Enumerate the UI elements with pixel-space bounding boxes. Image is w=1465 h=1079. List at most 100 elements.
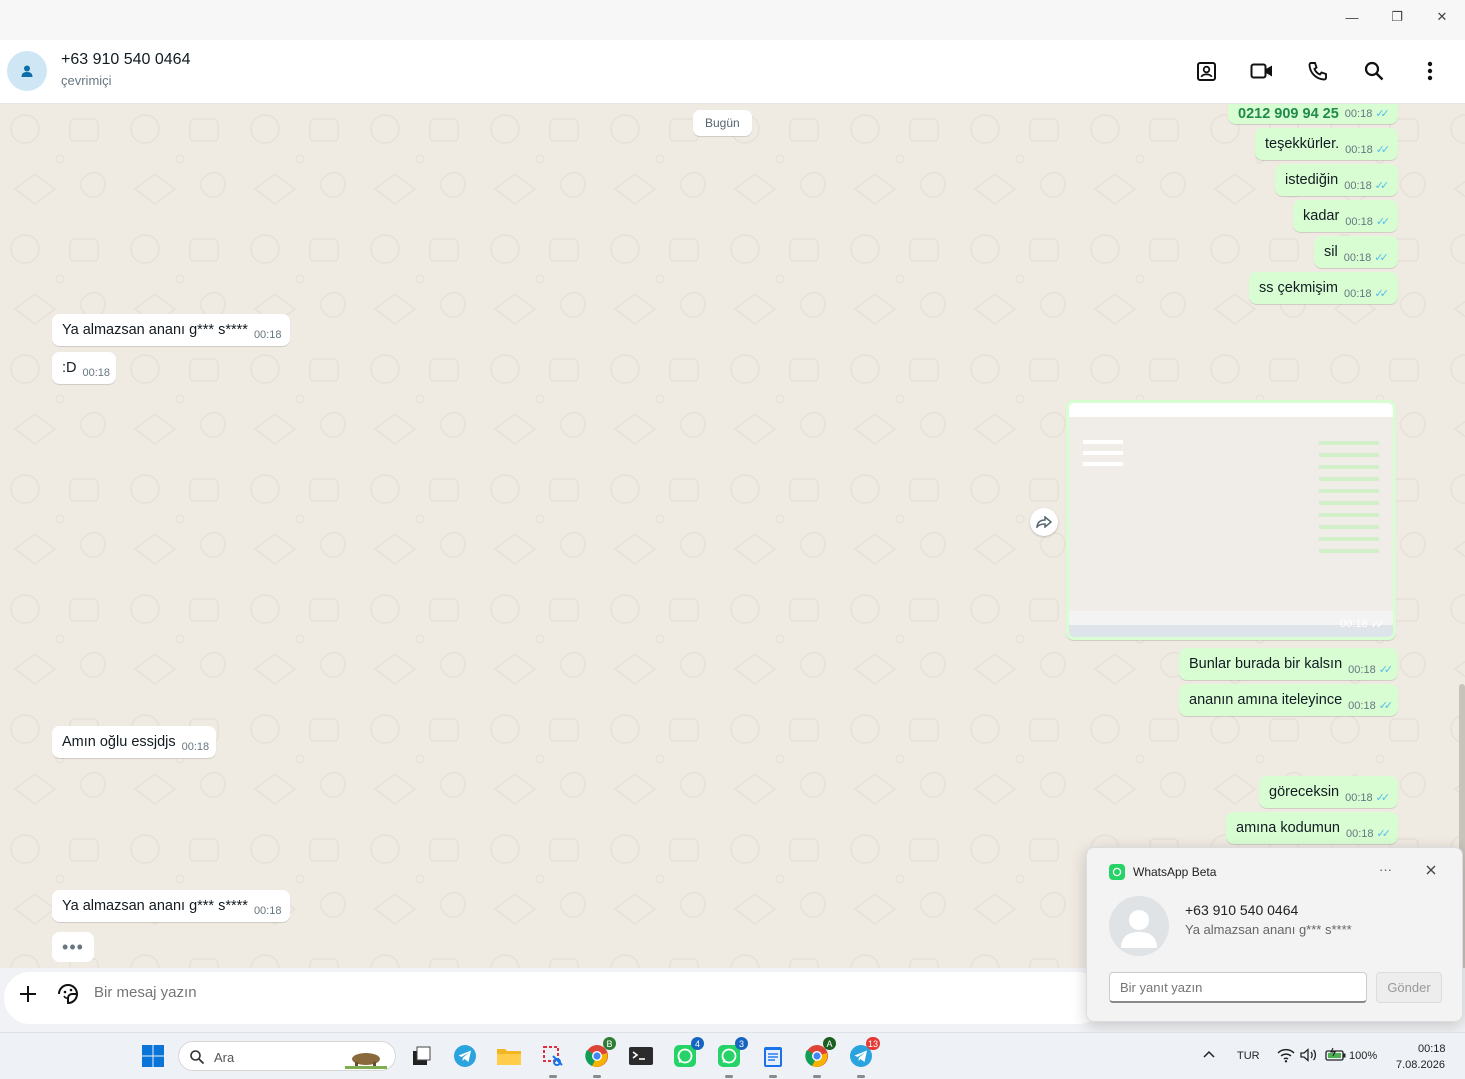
read-ticks-icon: ✓✓ [1375, 792, 1391, 804]
taskbar-app-whatsapp-beta[interactable]: 3 [716, 1037, 748, 1078]
chat-header: +63 910 540 0464 çevrimiçi [0, 40, 1465, 104]
voice-call-icon[interactable] [1305, 58, 1331, 84]
read-ticks-icon: ✓✓ [1375, 108, 1390, 120]
title-bar: — ❐ ✕ [0, 0, 1465, 40]
more-options-icon[interactable] [1417, 58, 1443, 84]
task-view-icon [413, 1046, 431, 1065]
read-ticks-icon: ✓✓ [1375, 216, 1391, 228]
read-ticks-icon: ✓✓ [1376, 828, 1392, 840]
folder-icon [497, 1049, 521, 1065]
windows-icon [142, 1045, 164, 1067]
plus-icon [20, 986, 36, 1002]
contact-status: çevrimiçi [61, 73, 112, 88]
search-highlight-icon [345, 1053, 387, 1069]
message-out[interactable]: ss çekmişim 00:18 ✓✓ [1249, 272, 1398, 304]
read-ticks-icon: ✓✓ [1378, 664, 1394, 676]
taskbar-app-chrome-b[interactable]: B [584, 1037, 616, 1078]
unread-badge: 3 [735, 1037, 748, 1050]
start-button[interactable] [140, 1043, 166, 1069]
toast-sender: +63 910 540 0464 [1185, 902, 1299, 918]
snipping-tool-icon [543, 1046, 563, 1066]
person-icon [1121, 910, 1157, 948]
profile-badge: B [603, 1037, 616, 1050]
forward-icon [1036, 516, 1052, 528]
profile-badge: A [823, 1037, 836, 1050]
read-ticks-icon: ✓✓ [1378, 700, 1394, 712]
taskbar-app-whatsapp[interactable]: 4 [672, 1037, 704, 1069]
toast-app-name: WhatsApp Beta [1133, 865, 1217, 879]
message-in[interactable]: Ya almazsan ananı g*** s**** 00:18 [52, 890, 290, 922]
message-input[interactable] [94, 984, 994, 1001]
battery-percent: 100% [1349, 1050, 1378, 1062]
message-out[interactable]: istediğin 00:18 ✓✓ [1275, 164, 1398, 196]
attach-button[interactable] [17, 983, 39, 1005]
forward-button[interactable] [1030, 508, 1058, 536]
message-in[interactable]: :D 00:18 [52, 352, 116, 384]
toast-message: Ya almazsan ananı g*** s**** [1185, 922, 1352, 937]
video-call-icon[interactable] [1249, 58, 1275, 84]
message-out[interactable]: sil 00:18 ✓✓ [1314, 236, 1398, 268]
unread-badge: 13 [865, 1037, 880, 1050]
message-out[interactable]: 0212 909 94 25 00:18 ✓✓ [1228, 104, 1398, 124]
toast-more-button[interactable]: ··· [1379, 862, 1392, 877]
sticker-button[interactable] [56, 982, 80, 1006]
toast-avatar [1109, 896, 1169, 956]
toast-send-button[interactable]: Gönder [1376, 972, 1442, 1003]
message-out[interactable]: ananın amına iteleyince 00:18 ✓✓ [1179, 684, 1398, 716]
read-ticks-icon: ✓✓ [1374, 252, 1389, 264]
sticker-icon [58, 984, 78, 1005]
taskbar-app-taskview[interactable] [408, 1043, 434, 1069]
contact-card-icon[interactable] [1193, 58, 1219, 84]
taskbar-app-telegram-2[interactable]: 13 [848, 1037, 880, 1078]
person-icon [21, 65, 33, 77]
read-ticks-icon: ✓✓ [1374, 288, 1389, 300]
read-ticks-icon: ✓✓ [1370, 619, 1386, 631]
contact-name[interactable]: +63 910 540 0464 [61, 51, 190, 69]
tray-overflow-button[interactable] [1202, 1048, 1216, 1062]
read-ticks-icon: ✓✓ [1374, 180, 1390, 192]
maximize-button[interactable]: ❐ [1374, 0, 1420, 34]
contact-avatar[interactable] [7, 51, 47, 91]
taskbar-app-telegram[interactable] [452, 1043, 478, 1069]
taskbar-app-notepad[interactable] [760, 1043, 786, 1078]
taskbar-search[interactable]: Ara [178, 1041, 396, 1071]
telegram-icon [454, 1045, 476, 1067]
unread-badge: 4 [691, 1037, 704, 1050]
message-out[interactable]: Bunlar burada bir kalsın 00:18 ✓✓ [1179, 648, 1398, 680]
typing-indicator: ••• [52, 932, 94, 962]
read-ticks-icon: ✓✓ [1375, 144, 1391, 156]
search-icon[interactable] [1361, 58, 1387, 84]
notepad-icon [764, 1047, 782, 1067]
message-out[interactable]: göreceksin 00:18 ✓✓ [1259, 776, 1398, 808]
close-icon [1426, 865, 1436, 875]
chat-area[interactable]: Bugün 0212 909 94 25 00:18 ✓✓ teşekkürler… [0, 104, 1465, 968]
taskbar-app-chrome-a[interactable]: A [804, 1037, 836, 1078]
close-window-button[interactable]: ✕ [1419, 0, 1465, 34]
message-in[interactable]: Ya almazsan ananı g*** s**** 00:18 [52, 314, 290, 346]
minimize-button[interactable]: — [1329, 0, 1375, 34]
toast-reply-input[interactable] [1109, 972, 1367, 1003]
terminal-icon [629, 1047, 653, 1065]
chevron-up-icon [1203, 1050, 1215, 1058]
clock-time[interactable]: 00:18 [1418, 1043, 1446, 1055]
screenshot-thumbnail[interactable]: 00:18 ✓✓ [1069, 403, 1393, 637]
message-out[interactable]: amına kodumun 00:18 ✓✓ [1226, 812, 1398, 844]
taskbar: Ara B 4 3 A 13 TUR 100% 00:18 7.08.2026 [0, 1032, 1465, 1079]
taskbar-app-files[interactable] [496, 1043, 522, 1069]
message-in[interactable]: Amın oğlu essjdjs 00:18 [52, 726, 216, 758]
taskbar-app-terminal[interactable] [628, 1043, 654, 1069]
message-out[interactable]: teşekkürler. 00:18 ✓✓ [1255, 128, 1398, 160]
battery-icon[interactable] [1325, 1047, 1347, 1063]
clock-date[interactable]: 7.08.2026 [1396, 1059, 1445, 1071]
wifi-icon[interactable] [1277, 1047, 1295, 1063]
image-message[interactable]: 00:18 ✓✓ [1066, 400, 1396, 640]
whatsapp-logo-icon [1109, 864, 1125, 880]
language-indicator[interactable]: TUR [1237, 1050, 1260, 1062]
message-out[interactable]: kadar 00:18 ✓✓ [1293, 200, 1398, 232]
volume-icon[interactable] [1300, 1047, 1318, 1063]
toast-close-button[interactable] [1424, 863, 1438, 877]
search-icon [190, 1050, 205, 1065]
notification-toast[interactable]: WhatsApp Beta ··· +63 910 540 0464 Ya al… [1086, 847, 1463, 1022]
taskbar-app-snip[interactable] [540, 1043, 566, 1078]
date-divider: Bugün [693, 110, 752, 136]
